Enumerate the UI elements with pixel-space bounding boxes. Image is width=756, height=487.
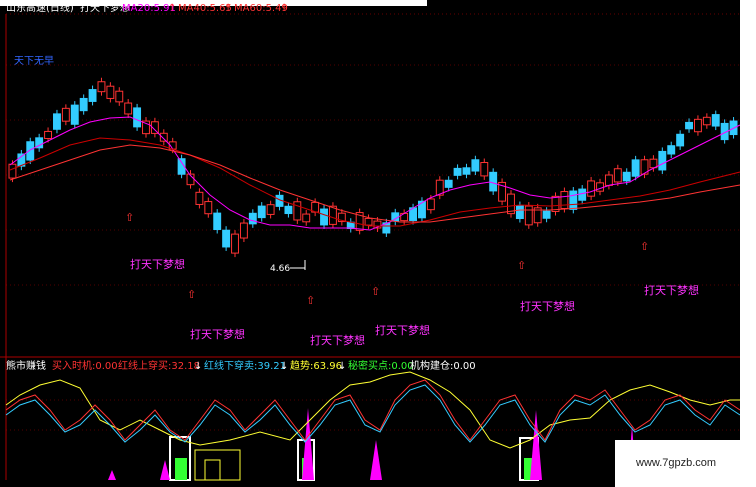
candle-body [320,208,328,226]
trend-label: 趋势:63.96 [290,361,342,372]
candle-body [676,133,685,147]
candle-body [658,150,667,171]
candle-body [711,114,720,127]
candle-body [239,222,248,239]
indicator-histogram [108,408,636,481]
down-arrow-icon: ↓ [280,361,289,372]
ma20-arrow-icon: ↑ [168,3,177,14]
candle-body [631,159,640,177]
buy-arrow-icon: ⇧ [306,294,316,307]
candle-body [649,158,658,169]
candle-body [195,191,204,205]
signal-label: 打天下梦想 [644,284,699,297]
buy-timing-label: 买入时机:0.00 [52,361,118,372]
candle-body [284,205,293,215]
candle-body [257,205,266,219]
watermark-text: www.7gpzb.com [636,457,717,469]
candle-body [88,89,97,102]
side-scrollbar[interactable] [740,0,756,440]
ma60-line [9,144,741,223]
red-cross-buy-label: 红线上穿买:32.18 [118,361,200,372]
candle-body [596,182,604,192]
candle-body [97,81,106,93]
candle-body [693,118,702,133]
signal-label: 打天下梦想 [520,300,575,313]
candle-body [702,116,711,126]
down-arrow-icon: ↓ [194,361,203,372]
candle-body [462,167,471,175]
buy-arrow-icon: ⇧ [187,288,197,301]
buy-arrow-icon: ⇧ [371,285,381,298]
candle-body [106,85,115,99]
candle-body [26,141,35,161]
signal-label: 打天下梦想 [310,334,365,347]
candle-body [302,213,311,223]
candle-body [560,191,569,209]
blue-line [5,384,741,443]
candle-body [159,132,168,142]
candle-body [70,104,79,125]
candle-body [213,212,222,231]
candle-body [471,159,480,172]
buy-arrow-icon: ⇧ [125,211,135,224]
candle-body [578,188,587,201]
candle-body [231,233,239,254]
candle-body [604,174,613,186]
candle-body [124,102,133,115]
signal-label: 打天下梦想 [130,258,185,271]
candle-body [489,171,498,192]
candle-body [61,107,70,122]
candle-body [622,171,631,182]
ma60-arrow-icon: ↑ [280,3,289,14]
candle-body [53,113,61,130]
candle-body [524,205,533,226]
candle-body [613,168,622,183]
candle-body [8,163,17,179]
ma40-arrow-icon: ↑ [224,3,233,14]
candle-body [266,204,275,215]
chart-note: 天下无早 [14,56,54,67]
candle-body [79,97,88,112]
signal-label: 打天下梦想 [190,328,245,341]
stock-label: 山东高速(日线) [6,3,74,14]
secret-buy-label: 秘密买点:0.00 [348,361,414,372]
candle-body [587,180,596,197]
candle-body [453,167,462,176]
candle-body [515,205,524,220]
candle-body [444,179,453,188]
buy-arrow-icon: ⇧ [517,259,527,272]
candle-body [222,229,231,248]
candle-body [426,198,435,211]
signal-label: 打天下梦想 [375,324,430,337]
candle-body [115,90,124,103]
candle-body [480,162,489,177]
candle-body [133,107,142,128]
red-line [5,379,741,441]
candle-body [204,201,213,215]
red-cross-sell-label: 红线下穿卖:39.21 [204,361,286,372]
price-marker-label: 4.66 [270,264,291,274]
candle-body [542,210,551,219]
buy-arrow-icon: ⇧ [640,240,650,253]
candle-body [364,217,373,226]
grid [6,64,740,431]
candle-body [685,121,693,130]
candle-body [44,130,53,140]
candle-body [667,145,676,155]
institution-label: 机构建仓:0.00 [410,361,476,372]
down-arrow-icon: ↓ [338,361,347,372]
candle-body [569,190,578,210]
candle-body [248,212,257,225]
panel-name: 熊市赚钱 [6,361,46,372]
trend-line [5,371,740,449]
